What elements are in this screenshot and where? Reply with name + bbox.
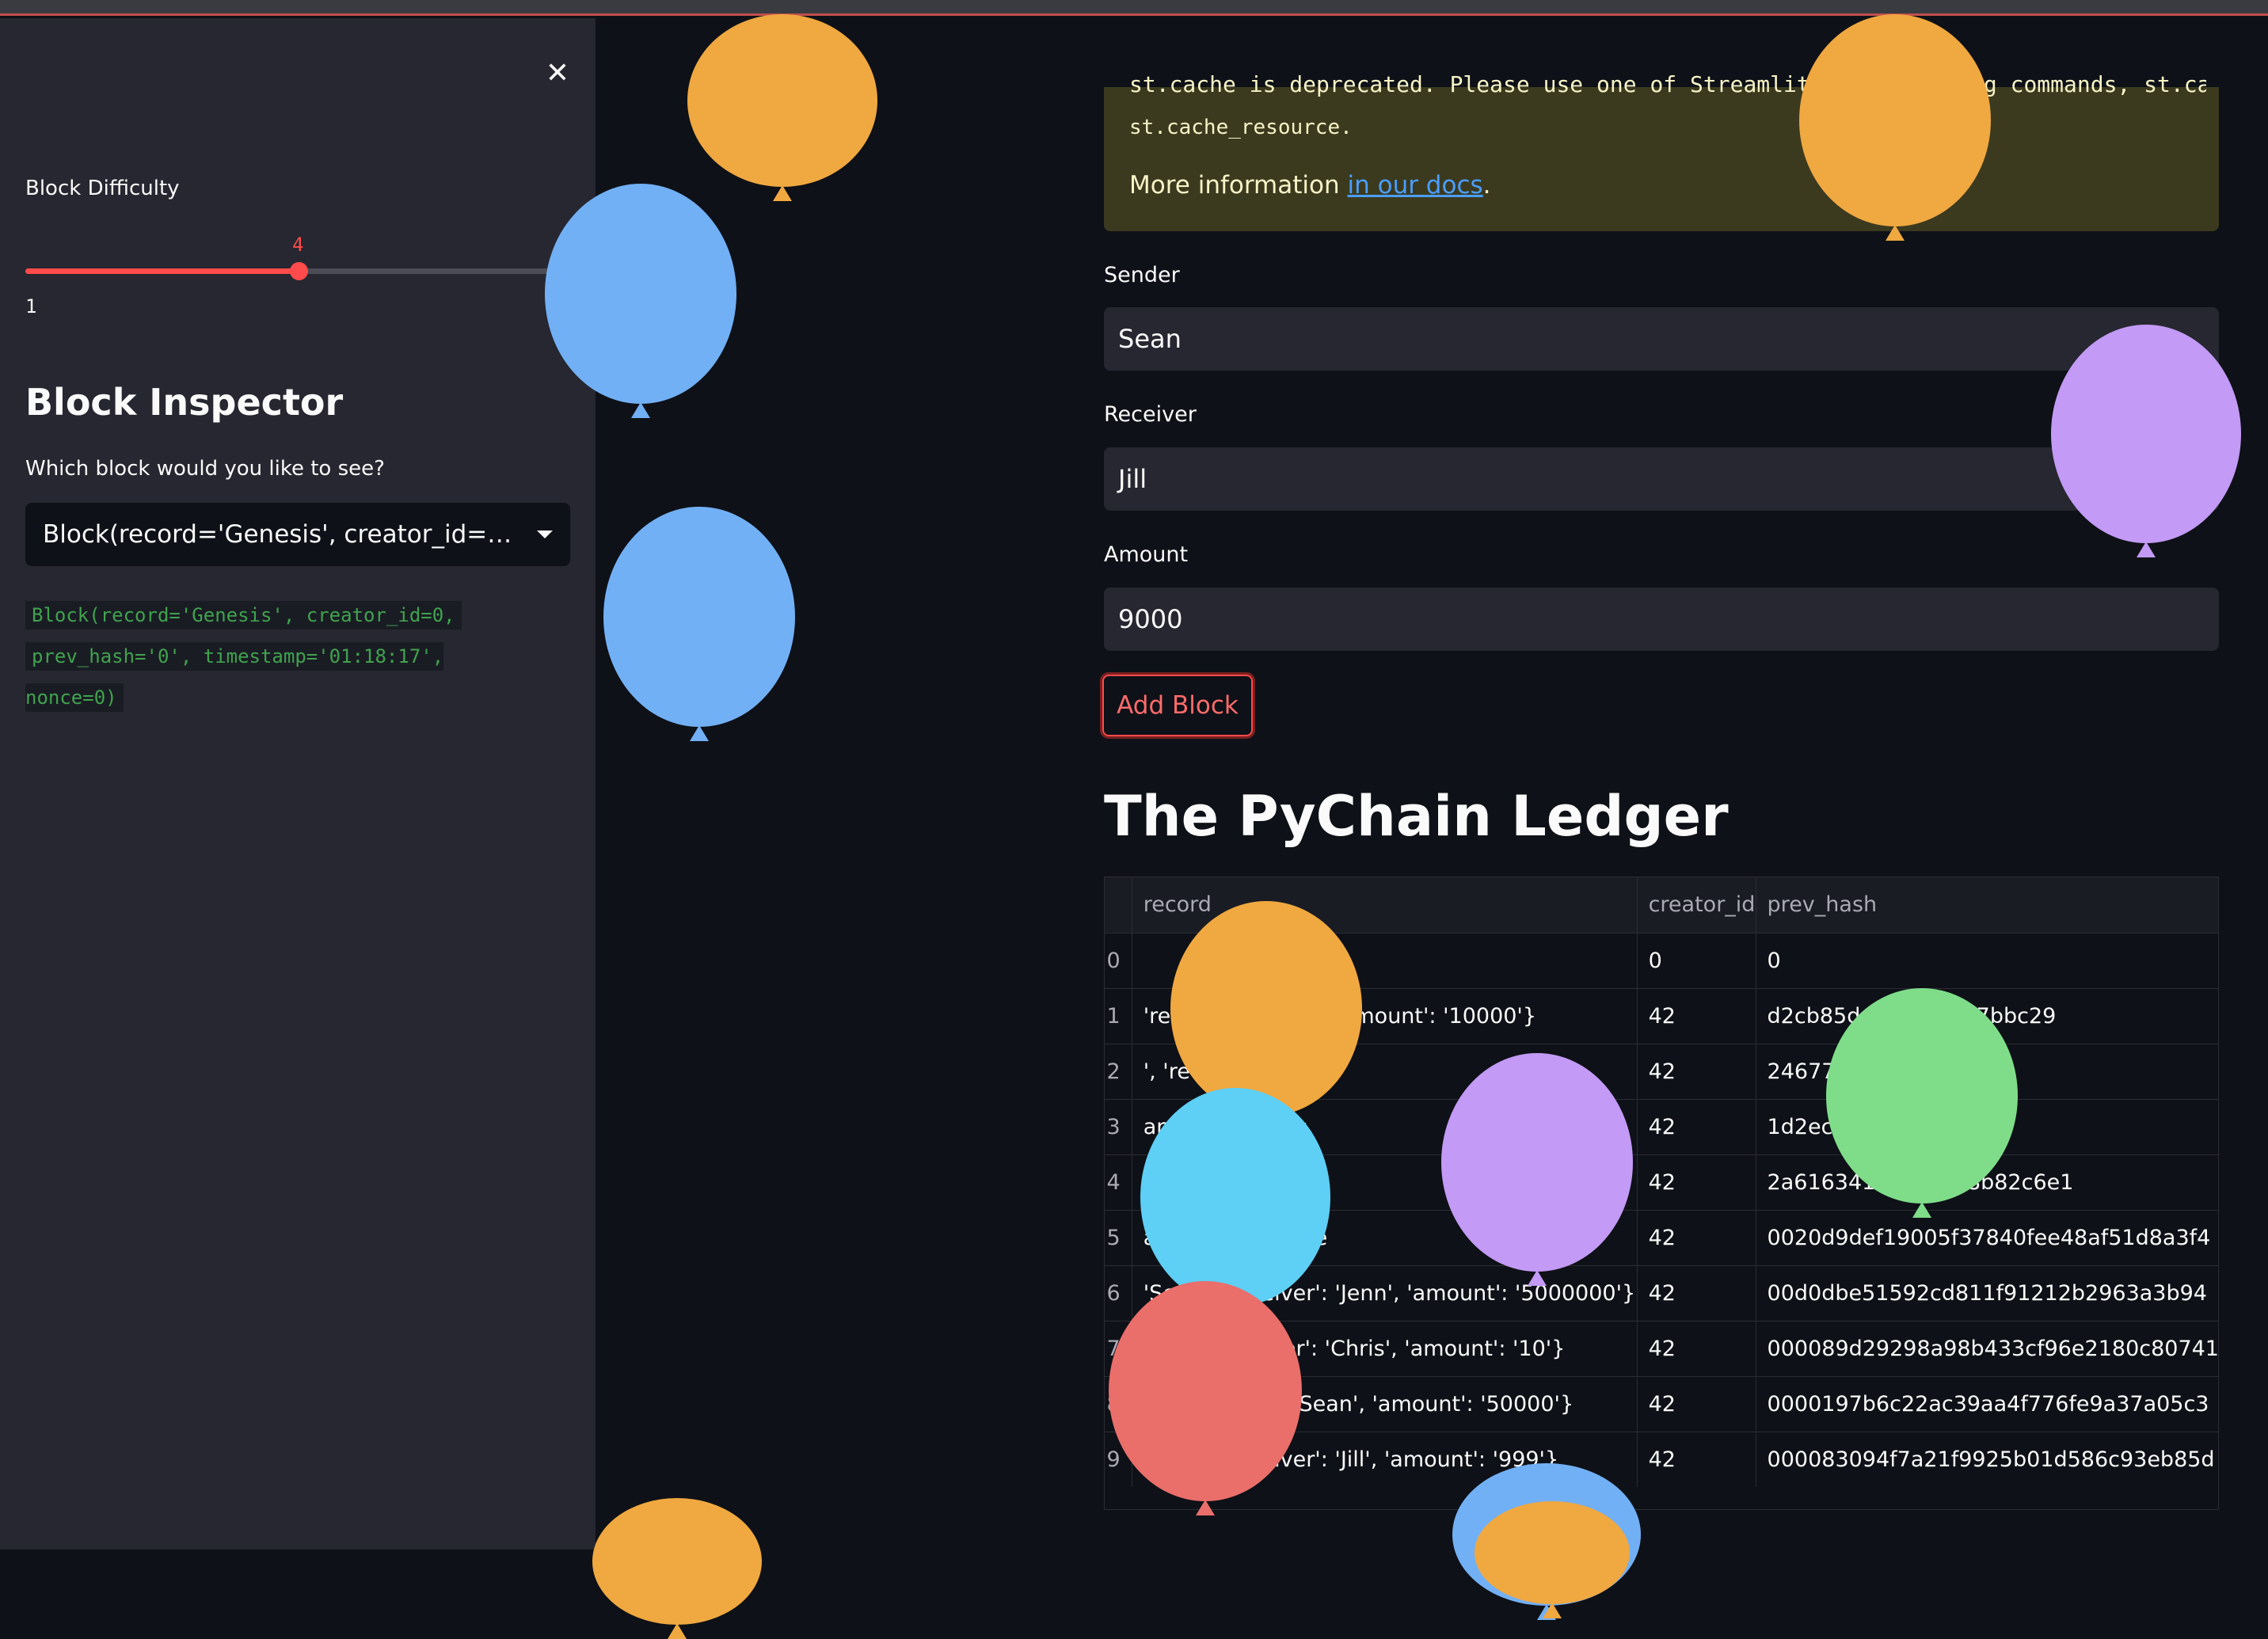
browser-top-bar [0,0,2268,16]
col-header-creator-id[interactable]: creator_id [1637,877,1756,933]
balloon-decoration [1170,901,1362,1131]
prev-hash-cell[interactable]: 0 [1756,932,2218,988]
row-index[interactable]: 5 [1105,1209,1132,1265]
row-index[interactable]: 6 [1105,1264,1132,1321]
more-info-suffix: . [1482,171,1491,200]
balloon-decoration [1826,988,2018,1218]
creator-id-cell[interactable]: 42 [1637,1375,1756,1432]
slider-fill [25,268,299,274]
block-select-value: Block(record='Genesis', creator_id=0, pr… [43,520,518,549]
col-header-prev-hash[interactable]: prev_hash [1756,877,2218,933]
add-block-button[interactable]: Add Block [1100,672,1255,739]
prev-hash-cell[interactable]: 000089d29298a98b433cf96e2180c80741 [1756,1320,2218,1376]
amount-label: Amount [1104,542,1189,567]
code-line: prev_hash='0', timestamp='01:18:17', non… [25,642,444,712]
creator-id-cell[interactable]: 42 [1637,1431,1756,1487]
more-info-text: More information [1129,171,1348,200]
receiver-input[interactable]: Jill [1104,447,2219,511]
creator-id-cell[interactable]: 42 [1637,1320,1756,1376]
balloon-decoration [2051,325,2241,557]
slider-value: 4 [292,234,304,256]
balloon-decoration [687,14,877,201]
creator-id-cell[interactable]: 42 [1637,1098,1756,1154]
prev-hash-cell[interactable]: 0020d9def19005f37840fee48af51d8a3f4 [1756,1209,2218,1265]
creator-id-cell[interactable]: 42 [1637,1209,1756,1265]
prev-hash-cell[interactable]: 000083094f7a21f9925b01d586c93eb85d [1756,1431,2218,1487]
deprecation-warning: st.cache is deprecated. Please use one o… [1104,71,2219,231]
row-index[interactable]: 4 [1105,1154,1132,1210]
receiver-label: Receiver [1104,402,1197,427]
prev-hash-cell[interactable]: 0000197b6c22ac39aa4f776fe9a37a05c3 [1756,1375,2218,1432]
creator-id-cell[interactable]: 42 [1637,987,1756,1044]
balloon-decoration [592,1498,762,1639]
balloon-decoration [1475,1501,1630,1618]
sender-input[interactable]: Sean [1104,307,2219,371]
prev-hash-cell[interactable]: 00d0dbe51592cd811f91212b2963a3b94 [1756,1264,2218,1321]
warning-line: st.cache is deprecated. Please use one o… [1129,71,2206,97]
slider-thumb[interactable] [290,262,308,280]
slider-min-label: 1 [25,295,37,318]
balloon-decoration [545,184,736,418]
creator-id-cell[interactable]: 42 [1637,1043,1756,1099]
block-select[interactable]: Block(record='Genesis', creator_id=0, pr… [25,503,570,566]
sidebar: ✕ Block Difficulty 4 1 Block Inspector W… [0,18,596,1550]
ledger-title: The PyChain Ledger [1104,784,1729,849]
balloon-decoration [1799,14,1991,241]
code-line: Block(record='Genesis', creator_id=0, [25,601,462,629]
amount-input[interactable]: 9000 [1104,588,2219,651]
warning-line: st.cache_resource. [1129,116,1353,139]
chevron-down-icon [537,530,553,538]
balloon-decoration [603,507,795,741]
inspector-question: Which block would you like to see? [25,457,385,481]
close-icon[interactable]: ✕ [542,58,573,89]
difficulty-slider[interactable] [25,262,572,280]
row-index[interactable]: 1 [1105,987,1132,1044]
warning-more-info: More information in our docs. [1129,171,1491,200]
docs-link[interactable]: in our docs [1347,171,1482,200]
creator-id-cell[interactable]: 42 [1637,1264,1756,1321]
creator-id-cell[interactable]: 42 [1637,1154,1756,1210]
block-code: Block(record='Genesis', creator_id=0, pr… [25,595,545,718]
balloon-decoration [1441,1053,1633,1286]
sender-label: Sender [1104,263,1180,287]
creator-id-cell[interactable]: 0 [1637,932,1756,988]
inspector-title: Block Inspector [25,381,344,424]
difficulty-label: Block Difficulty [25,177,180,200]
row-index[interactable]: 3 [1105,1098,1132,1154]
col-header-index[interactable] [1105,877,1132,933]
balloon-decoration [1140,1088,1330,1321]
row-index[interactable]: 0 [1105,932,1132,988]
balloon-decoration [1109,1281,1302,1515]
row-index[interactable]: 2 [1105,1043,1132,1099]
